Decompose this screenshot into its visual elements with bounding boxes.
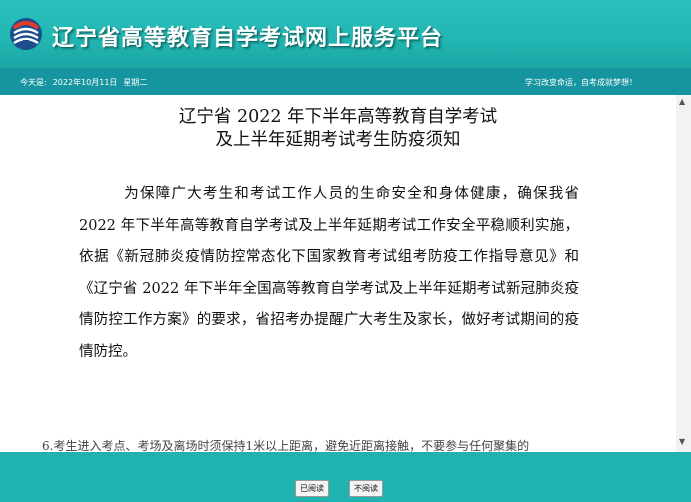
current-date: 今天是: 2022年10月11日 星期二 bbox=[20, 77, 153, 88]
read-button[interactable]: 已阅读 bbox=[295, 480, 329, 497]
weekday-text: 星期二 bbox=[123, 78, 148, 87]
notice-content[interactable]: 辽宁省 2022 年下半年高等教育自学考试 及上半年延期考试考生防疫须知 为保障… bbox=[0, 95, 676, 452]
not-read-button[interactable]: 不阅读 bbox=[349, 480, 383, 497]
notice-paragraph: 为保障广大考生和考试工作人员的生命安全和身体健康，确保我省 2022 年下半年高… bbox=[79, 179, 579, 369]
date-bar: 今天是: 2022年10月11日 星期二 学习改变命运，自考成就梦想！ bbox=[0, 68, 691, 95]
date-text: 2022年10月11日 bbox=[52, 78, 118, 87]
scroll-up-icon[interactable]: ▲ bbox=[679, 98, 685, 106]
notice-scrollbar[interactable]: ▲ ▼ bbox=[676, 95, 691, 452]
today-label: 今天是: bbox=[20, 78, 47, 87]
notice-title-line1: 辽宁省 2022 年下半年高等教育自学考试 bbox=[178, 107, 498, 127]
site-title: 辽宁省高等教育自学考试网上服务平台 bbox=[52, 26, 444, 51]
slogan: 学习改变命运，自考成就梦想！ bbox=[525, 78, 637, 87]
notice-title: 辽宁省 2022 年下半年高等教育自学考试 及上半年延期考试考生防疫须知 bbox=[0, 106, 676, 152]
notice-cut-line: 6.考生进入考点、考场及离场时须保持1米以上距离，避免近距离接触，不要参与任何聚… bbox=[42, 439, 530, 452]
notice-paragraph-text: 为保障广大考生和考试工作人员的生命安全和身体健康，确保我省 2022 年下半年高… bbox=[79, 186, 579, 360]
scroll-down-icon[interactable]: ▼ bbox=[679, 438, 685, 446]
exam-logo-icon bbox=[10, 18, 42, 50]
notice-title-line2: 及上半年延期考试考生防疫须知 bbox=[215, 130, 461, 150]
site-header: 辽宁省高等教育自学考试网上服务平台 bbox=[0, 0, 691, 68]
